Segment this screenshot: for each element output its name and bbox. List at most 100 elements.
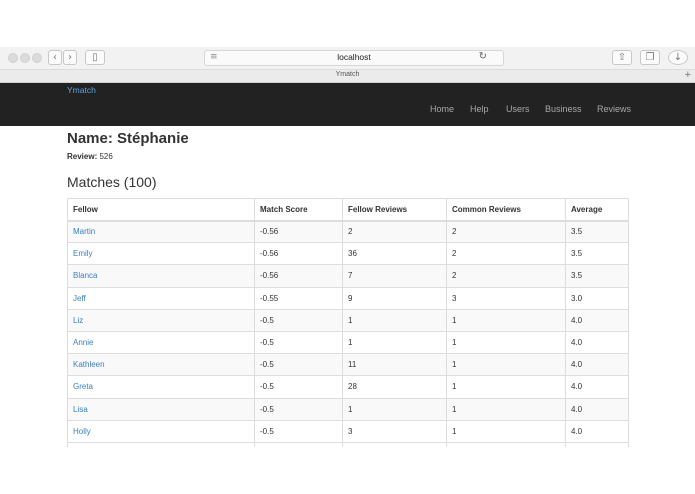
match-score-cell: -0.56 bbox=[254, 264, 343, 288]
close-window-icon[interactable] bbox=[8, 53, 18, 63]
tabs-overview-icon[interactable]: ❐ bbox=[640, 50, 660, 65]
brand-link[interactable]: Ymatch bbox=[67, 85, 96, 95]
address-url: localhost bbox=[337, 52, 371, 62]
common-reviews-cell: 1 bbox=[446, 353, 566, 377]
fellow-reviews-cell: 3 bbox=[342, 419, 447, 443]
average-cell: 4.0 bbox=[565, 375, 629, 399]
average-cell: 3.0 bbox=[565, 286, 629, 310]
column-header-average: Average bbox=[565, 198, 629, 222]
share-icon[interactable]: ⇧ bbox=[612, 50, 632, 65]
fellow-reviews-cell: 9 bbox=[342, 286, 447, 310]
column-header-match-score: Match Score bbox=[254, 198, 343, 222]
main-content: Name: Stéphanie Review: 526 Matches (100… bbox=[67, 130, 629, 190]
minimize-window-icon[interactable] bbox=[20, 53, 30, 63]
fellow-link[interactable]: Kathleen bbox=[73, 360, 105, 369]
back-icon[interactable]: ‹ bbox=[48, 50, 62, 65]
downloads-icon[interactable]: ↓ bbox=[668, 50, 688, 65]
fellow-link[interactable]: Annie bbox=[73, 338, 93, 347]
browser-toolbar: ‹ › ▯ ≡ localhost ↻ ⇧ ❐ ↓ bbox=[0, 47, 695, 69]
average-cell: 4.0 bbox=[565, 397, 629, 421]
nav-users[interactable]: Users bbox=[506, 104, 530, 114]
common-reviews-cell: 1 bbox=[446, 419, 566, 443]
fellow-cell[interactable]: Holly bbox=[67, 419, 255, 443]
sidebar-icon[interactable]: ▯ bbox=[85, 50, 105, 65]
table-row: Holly -0.5 3 1 4.0 bbox=[67, 419, 629, 443]
forward-icon[interactable]: › bbox=[63, 50, 77, 65]
fellow-reviews-cell: 1 bbox=[342, 330, 447, 355]
common-reviews-cell: 1 bbox=[446, 375, 566, 399]
nav-business[interactable]: Business bbox=[545, 104, 582, 114]
average-cell: 4.0 bbox=[565, 330, 629, 355]
match-score-cell: -0.5 bbox=[254, 397, 343, 421]
table-row: Jeff -0.55 9 3 3.0 bbox=[67, 286, 629, 310]
fellow-link[interactable]: Lisa bbox=[73, 405, 88, 414]
fellow-link[interactable]: Greta bbox=[73, 382, 93, 391]
nav-reviews[interactable]: Reviews bbox=[597, 104, 631, 114]
fellow-cell[interactable]: Kathleen bbox=[67, 353, 255, 377]
table-header-row: Fellow Match Score Fellow Reviews Common… bbox=[67, 198, 629, 222]
common-reviews-cell: 2 bbox=[446, 242, 566, 266]
average-cell: 3.5 bbox=[565, 219, 629, 244]
column-header-common-reviews: Common Reviews bbox=[446, 198, 566, 222]
reload-icon[interactable]: ↻ bbox=[479, 51, 487, 62]
match-score-cell: -0.5 bbox=[254, 375, 343, 399]
fellow-cell[interactable]: Martin bbox=[67, 219, 255, 244]
table-cutoff-edge bbox=[67, 442, 629, 447]
table-row: Emily -0.56 36 2 3.5 bbox=[67, 242, 629, 266]
average-cell: 4.0 bbox=[565, 419, 629, 443]
review-label: Review: bbox=[67, 152, 98, 161]
column-header-fellow-reviews: Fellow Reviews bbox=[342, 198, 447, 222]
fellow-cell[interactable]: Annie bbox=[67, 330, 255, 355]
nav-help[interactable]: Help bbox=[470, 104, 489, 114]
fellow-reviews-cell: 1 bbox=[342, 397, 447, 421]
matches-heading: Matches (100) bbox=[67, 174, 157, 190]
zoom-window-icon[interactable] bbox=[32, 53, 42, 63]
fellow-cell[interactable]: Lisa bbox=[67, 397, 255, 421]
table-row: Annie -0.5 1 1 4.0 bbox=[67, 330, 629, 355]
average-cell: 3.5 bbox=[565, 242, 629, 266]
table-row: Greta -0.5 28 1 4.0 bbox=[67, 375, 629, 399]
fellow-cell[interactable]: Liz bbox=[67, 308, 255, 332]
new-tab-icon[interactable]: + bbox=[685, 69, 691, 81]
common-reviews-cell: 1 bbox=[446, 397, 566, 421]
common-reviews-cell: 2 bbox=[446, 219, 566, 244]
table-row: Lisa -0.5 1 1 4.0 bbox=[67, 397, 629, 421]
average-cell: 4.0 bbox=[565, 308, 629, 332]
fellow-cell[interactable]: Blanca bbox=[67, 264, 255, 288]
fellow-link[interactable]: Martin bbox=[73, 227, 95, 236]
fellow-reviews-cell: 28 bbox=[342, 375, 447, 399]
common-reviews-cell: 1 bbox=[446, 308, 566, 332]
table-row: Blanca -0.56 7 2 3.5 bbox=[67, 264, 629, 288]
fellow-link[interactable]: Holly bbox=[73, 427, 91, 436]
fellow-link[interactable]: Emily bbox=[73, 249, 93, 258]
review-value: 526 bbox=[99, 152, 113, 161]
table-row: Liz -0.5 1 1 4.0 bbox=[67, 308, 629, 332]
match-score-cell: -0.5 bbox=[254, 330, 343, 355]
fellow-link[interactable]: Jeff bbox=[73, 294, 86, 303]
page-title: Name: Stéphanie bbox=[67, 130, 189, 147]
average-cell: 4.0 bbox=[565, 353, 629, 377]
tab-title[interactable]: Ymatch bbox=[0, 71, 695, 78]
fellow-reviews-cell: 2 bbox=[342, 219, 447, 244]
site-navbar: Ymatch Home Help Users Business Reviews bbox=[0, 83, 695, 126]
fellow-link[interactable]: Liz bbox=[73, 316, 83, 325]
column-header-fellow: Fellow bbox=[67, 198, 255, 222]
fellow-cell[interactable]: Greta bbox=[67, 375, 255, 399]
match-score-cell: -0.55 bbox=[254, 286, 343, 310]
match-score-cell: -0.5 bbox=[254, 353, 343, 377]
fellow-link[interactable]: Blanca bbox=[73, 271, 97, 280]
common-reviews-cell: 1 bbox=[446, 330, 566, 355]
match-score-cell: -0.5 bbox=[254, 308, 343, 332]
table-row: Kathleen -0.5 11 1 4.0 bbox=[67, 353, 629, 377]
fellow-cell[interactable]: Emily bbox=[67, 242, 255, 266]
fellow-cell[interactable]: Jeff bbox=[67, 286, 255, 310]
match-score-cell: -0.5 bbox=[254, 419, 343, 443]
table-row: Martin -0.56 2 2 3.5 bbox=[67, 219, 629, 244]
address-bar[interactable]: ≡ localhost ↻ bbox=[204, 50, 504, 66]
tab-bar: Ymatch + bbox=[0, 69, 695, 83]
match-score-cell: -0.56 bbox=[254, 242, 343, 266]
common-reviews-cell: 3 bbox=[446, 286, 566, 310]
fellow-reviews-cell: 36 bbox=[342, 242, 447, 266]
review-count: Review: 526 bbox=[67, 152, 629, 161]
nav-home[interactable]: Home bbox=[430, 104, 454, 114]
